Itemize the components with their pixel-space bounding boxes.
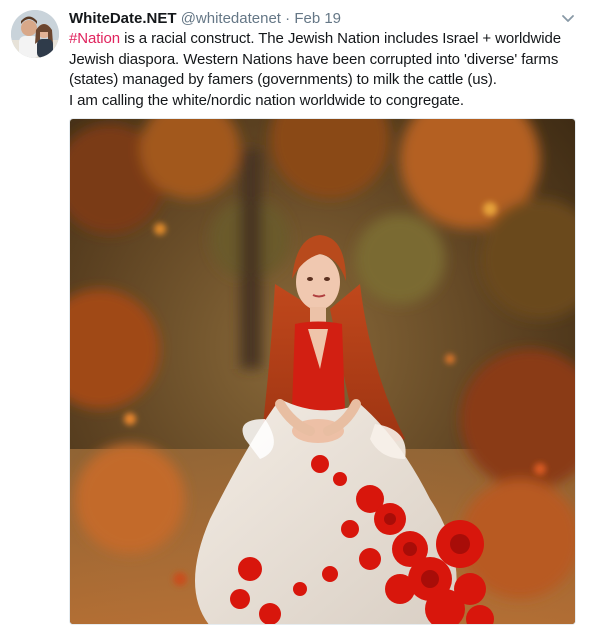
- tweet-text-line-2: Jewish diaspora. Western Nations have be…: [69, 50, 559, 68]
- tweet-date[interactable]: Feb 19: [294, 10, 341, 27]
- display-name[interactable]: WhiteDate.NET: [69, 10, 177, 27]
- tweet-header: WhiteDate.NET @whitedatenet · Feb 19: [69, 9, 550, 29]
- tweet[interactable]: WhiteDate.NET @whitedatenet · Feb 19 #Na…: [0, 0, 590, 637]
- tweet-text-line-3: (states) managed by famers (governments)…: [69, 71, 497, 88]
- photo-woman-red-dress: [70, 119, 575, 624]
- username-handle[interactable]: @whitedatenet: [181, 10, 281, 27]
- tweet-text-line-1: #Nation is a racial construct. The Jewis…: [69, 29, 579, 50]
- avatar[interactable]: [11, 10, 59, 58]
- tweet-text-line-4: I am calling the white/nordic nation wor…: [69, 91, 464, 109]
- tweet-text-line-1-rest: is a racial construct. The Jewish Nation…: [120, 30, 561, 47]
- chevron-down-icon[interactable]: [560, 12, 576, 24]
- separator-dot: ·: [285, 10, 291, 27]
- tweet-text: #Nation is a racial construct. The Jewis…: [69, 29, 579, 111]
- hashtag-link[interactable]: #Nation: [69, 30, 120, 47]
- avatar-image: [11, 10, 59, 58]
- tweet-photo[interactable]: [69, 118, 576, 625]
